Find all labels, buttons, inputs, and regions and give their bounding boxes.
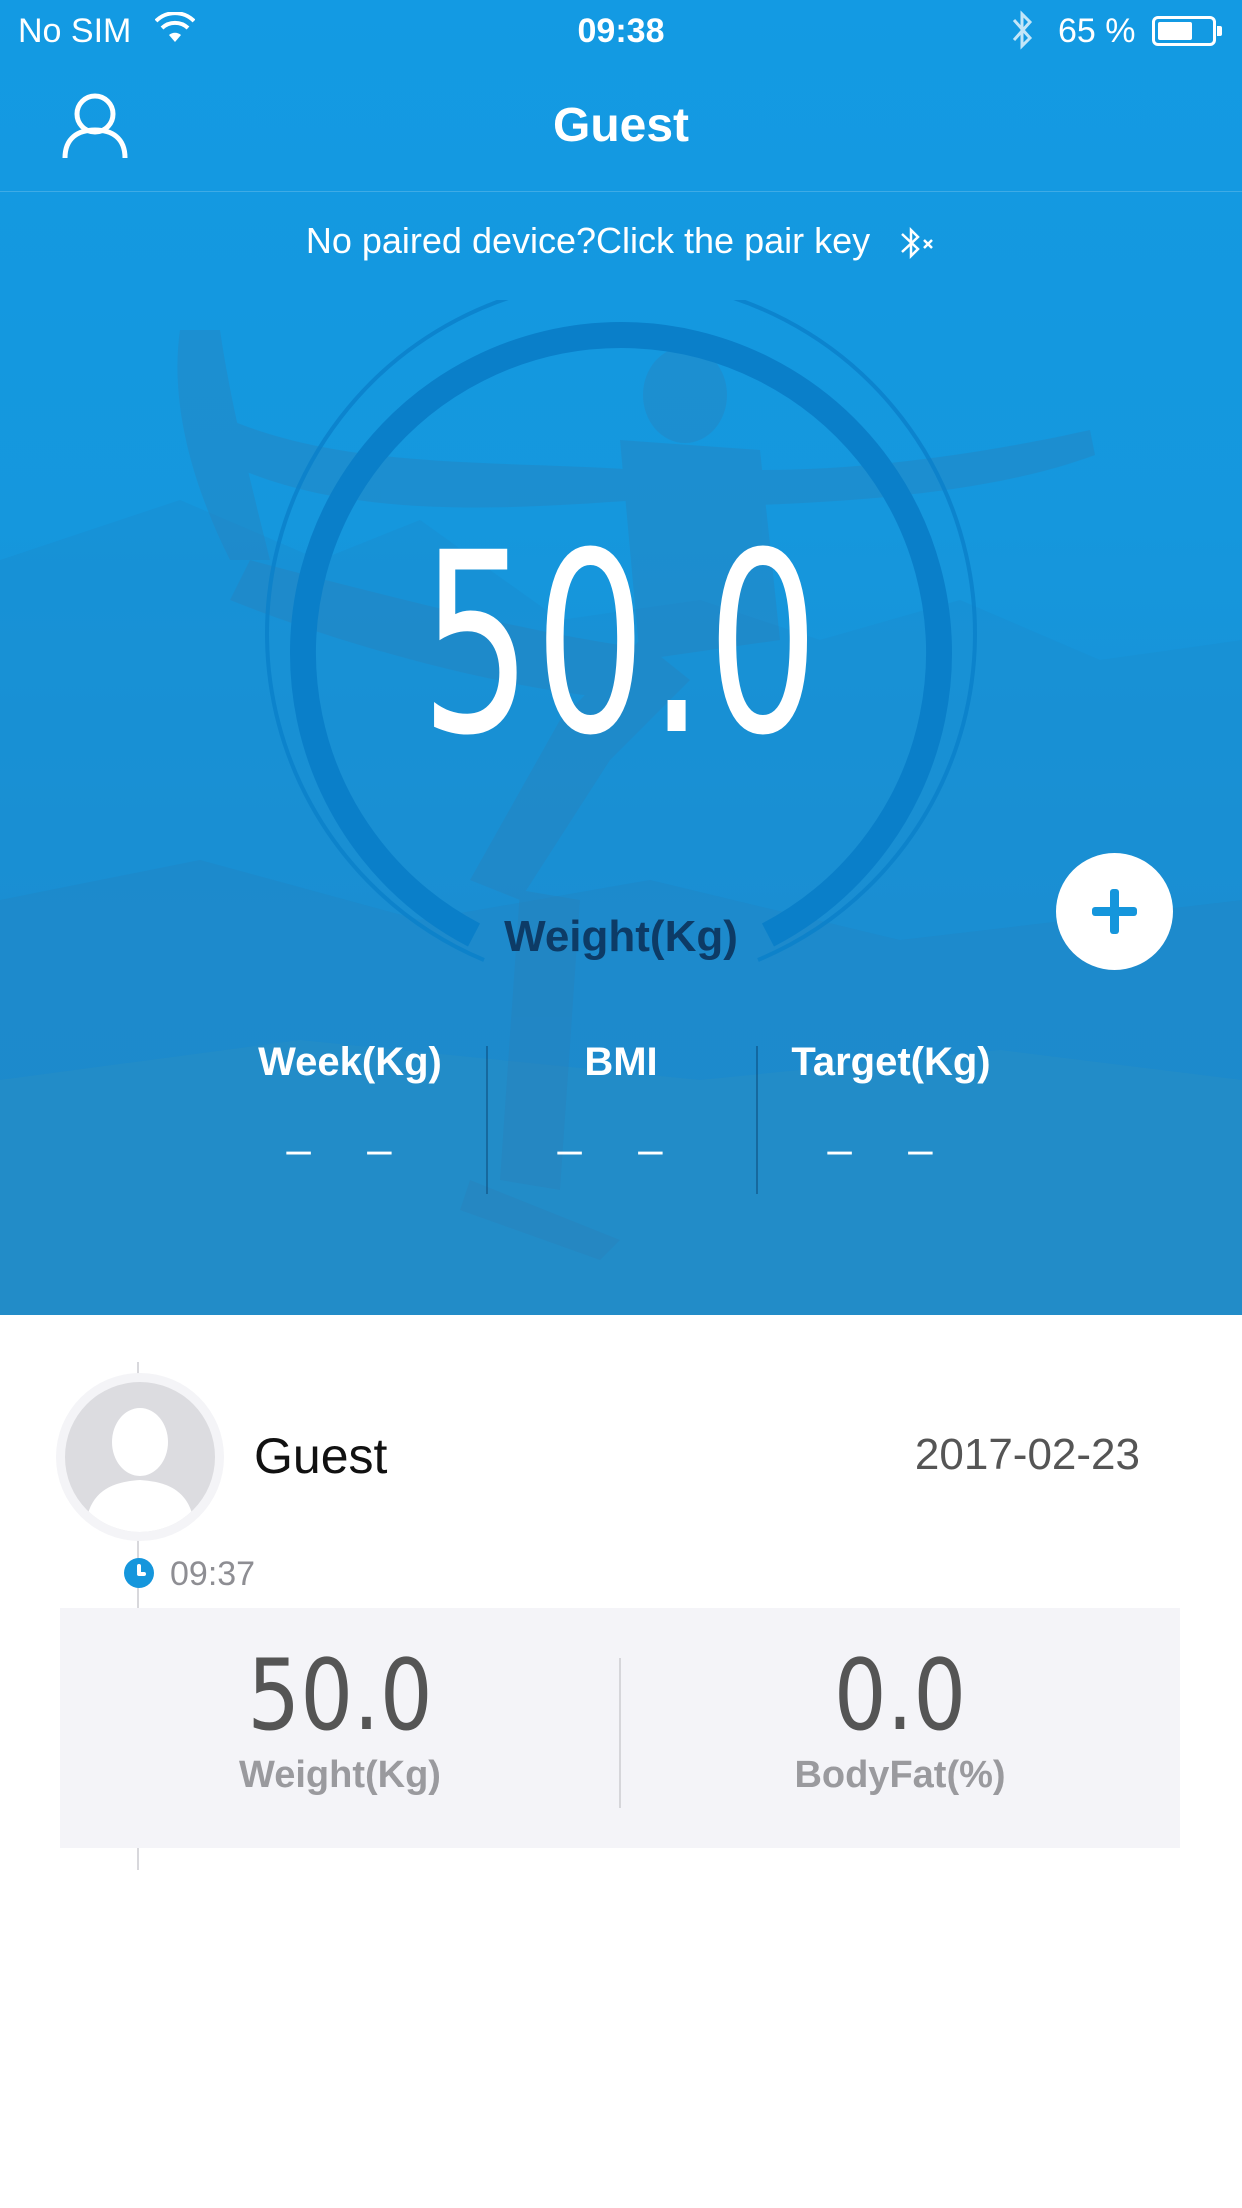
stat-week-label: Week(Kg) <box>258 1040 442 1084</box>
stat-target-value: – – <box>827 1125 955 1174</box>
status-time: 09:38 <box>577 12 665 50</box>
card-weight-label: Weight(Kg) <box>239 1754 441 1796</box>
card-bodyfat-label: BodyFat(%) <box>794 1754 1006 1796</box>
card-bodyfat-value: 0.0 <box>833 1639 967 1753</box>
add-record-button[interactable] <box>1056 853 1173 970</box>
clock-icon <box>124 1558 154 1588</box>
card-bodyfat: 0.0 BodyFat(%) <box>620 1646 1180 1797</box>
nav-bar: Guest <box>0 62 1242 192</box>
stat-week-value: – – <box>286 1125 414 1174</box>
stat-bmi-value: – – <box>557 1125 685 1174</box>
stat-bmi-label: BMI <box>584 1040 658 1084</box>
stat-target: Target(Kg) – – <box>756 1040 1026 1175</box>
history-date: 2017-02-23 <box>914 1430 1140 1479</box>
battery-icon <box>1152 16 1222 46</box>
summary-stats: Week(Kg) – – BMI – – Target(Kg) – – <box>0 1040 1242 1200</box>
bluetooth-icon <box>1012 10 1033 50</box>
card-weight: 50.0 Weight(Kg) <box>60 1646 620 1797</box>
bluetooth-disconnected-icon[interactable] <box>896 225 936 261</box>
stat-week: Week(Kg) – – <box>215 1040 485 1175</box>
battery-level-fill <box>1158 22 1192 40</box>
hero-panel: No SIM 09:38 65 % Guest No paired device… <box>0 0 1242 1315</box>
stat-bmi: BMI – – <box>486 1040 756 1175</box>
page-title: Guest <box>552 99 690 152</box>
card-weight-value: 50.0 <box>247 1639 433 1753</box>
clock-hand <box>137 1572 146 1576</box>
battery-percent: 65 % <box>1058 12 1136 50</box>
stat-target-label: Target(Kg) <box>791 1040 991 1084</box>
current-weight-value: 50.0 <box>420 499 822 790</box>
pair-device-hint[interactable]: No paired device?Click the pair key <box>0 220 1242 262</box>
battery-nub <box>1217 26 1222 36</box>
status-bar: No SIM 09:38 65 % <box>0 0 1242 62</box>
plus-icon-vertical <box>1110 889 1119 934</box>
history-time: 09:37 <box>170 1555 256 1593</box>
pair-hint-text: No paired device?Click the pair key <box>305 220 871 261</box>
measurement-card[interactable]: 50.0 Weight(Kg) 0.0 BodyFat(%) <box>60 1608 1180 1848</box>
